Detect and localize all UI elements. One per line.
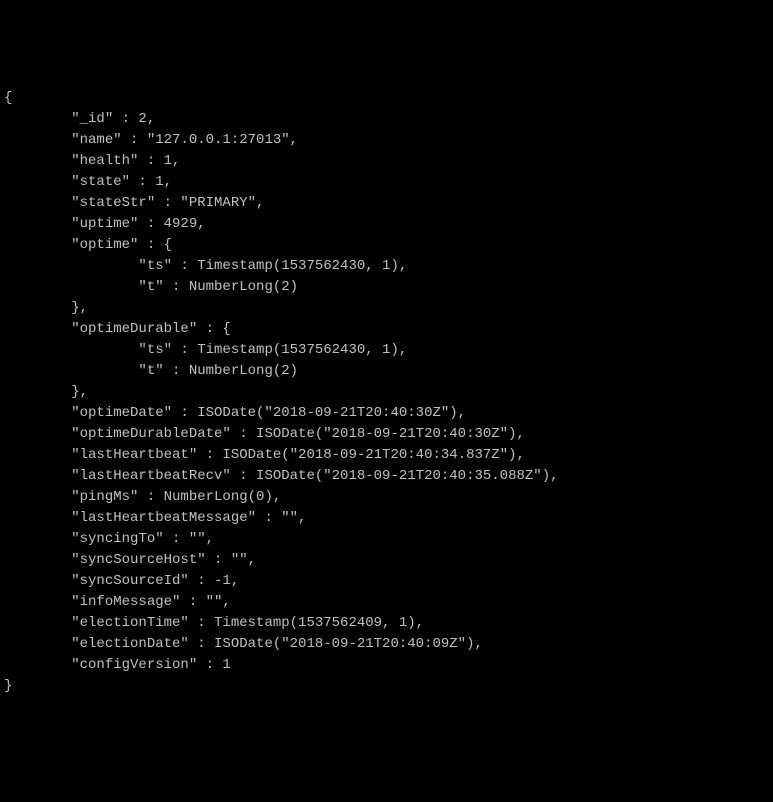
optimedate-field: "optimeDate" : ISODate("2018-09-21T20:40… xyxy=(4,405,466,421)
lastheartbeat-field: "lastHeartbeat" : ISODate("2018-09-21T20… xyxy=(4,447,525,463)
state-field: "state" : 1, xyxy=(4,174,172,190)
pingms-field: "pingMs" : NumberLong(0), xyxy=(4,489,281,505)
optimedurabledate-field: "optimeDurableDate" : ISODate("2018-09-2… xyxy=(4,426,525,442)
open-brace: { xyxy=(4,90,12,106)
configversion-field: "configVersion" : 1 xyxy=(4,657,231,673)
lastheartbeatrecv-field: "lastHeartbeatRecv" : ISODate("2018-09-2… xyxy=(4,468,559,484)
uptime-field: "uptime" : 4929, xyxy=(4,216,206,232)
id-field: "_id" : 2, xyxy=(4,111,155,127)
syncingto-field: "syncingTo" : "", xyxy=(4,531,214,547)
optimedurable-ts-field: "ts" : Timestamp(1537562430, 1), xyxy=(4,342,407,358)
electiondate-field: "electionDate" : ISODate("2018-09-21T20:… xyxy=(4,636,483,652)
optime-t-field: "t" : NumberLong(2) xyxy=(4,279,298,295)
optime-field: "optime" : { xyxy=(4,237,172,253)
optimedurable-close: }, xyxy=(4,384,88,400)
optimedurable-field: "optimeDurable" : { xyxy=(4,321,231,337)
optime-close: }, xyxy=(4,300,88,316)
optime-ts-field: "ts" : Timestamp(1537562430, 1), xyxy=(4,258,407,274)
close-brace: } xyxy=(4,678,12,694)
name-field: "name" : "127.0.0.1:27013", xyxy=(4,132,298,148)
syncsourcehost-field: "syncSourceHost" : "", xyxy=(4,552,256,568)
optimedurable-t-field: "t" : NumberLong(2) xyxy=(4,363,298,379)
statestr-field: "stateStr" : "PRIMARY", xyxy=(4,195,264,211)
terminal-output: { "_id" : 2, "name" : "127.0.0.1:27013",… xyxy=(4,88,769,697)
health-field: "health" : 1, xyxy=(4,153,180,169)
syncsourceid-field: "syncSourceId" : -1, xyxy=(4,573,239,589)
lastheartbeatmessage-field: "lastHeartbeatMessage" : "", xyxy=(4,510,306,526)
electiontime-field: "electionTime" : Timestamp(1537562409, 1… xyxy=(4,615,424,631)
